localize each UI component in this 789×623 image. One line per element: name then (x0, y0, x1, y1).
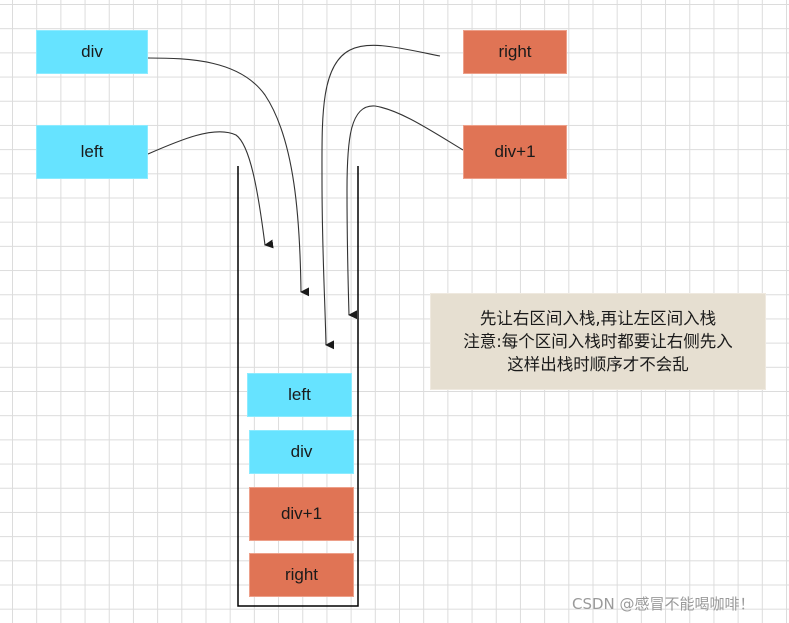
node-right[interactable]: right (463, 30, 567, 74)
node-div-label: div (81, 42, 103, 61)
stack-item-label: left (288, 385, 311, 404)
stack-item-right[interactable]: right (249, 553, 354, 597)
note-line-2: 注意:每个区间入栈时都要让右侧先入 (463, 332, 733, 351)
stack-item-div[interactable]: div (249, 430, 354, 474)
node-div-plus-1-label: div+1 (494, 142, 536, 161)
explanation-note[interactable]: 先让右区间入栈,再让左区间入栈 注意:每个区间入栈时都要让右侧先入 这样出栈时顺… (430, 293, 766, 390)
note-line-1: 先让右区间入栈,再让左区间入栈 (479, 309, 717, 328)
stack-item-div-plus-1[interactable]: div+1 (249, 487, 354, 541)
arrow-left-to-stack (147, 131, 274, 249)
note-line-3: 这样出栈时顺序才不会乱 (507, 355, 689, 374)
stack-item-left[interactable]: left (247, 373, 352, 417)
watermark: CSDN @感冒不能喝咖啡！ (572, 595, 755, 613)
stack-item-label: right (284, 565, 319, 584)
node-left[interactable]: left (36, 125, 148, 179)
node-div[interactable]: div (36, 30, 148, 74)
node-left-label: left (80, 142, 104, 161)
arrow-div1-to-stack (346, 105, 464, 320)
stack-item-label: div+1 (280, 504, 323, 523)
node-right-label: right (498, 42, 532, 61)
arrow-div-to-stack (147, 57, 310, 297)
stack-item-label: div (290, 442, 313, 461)
arrow-right-to-stack (321, 44, 441, 350)
node-div-plus-1[interactable]: div+1 (463, 125, 567, 179)
